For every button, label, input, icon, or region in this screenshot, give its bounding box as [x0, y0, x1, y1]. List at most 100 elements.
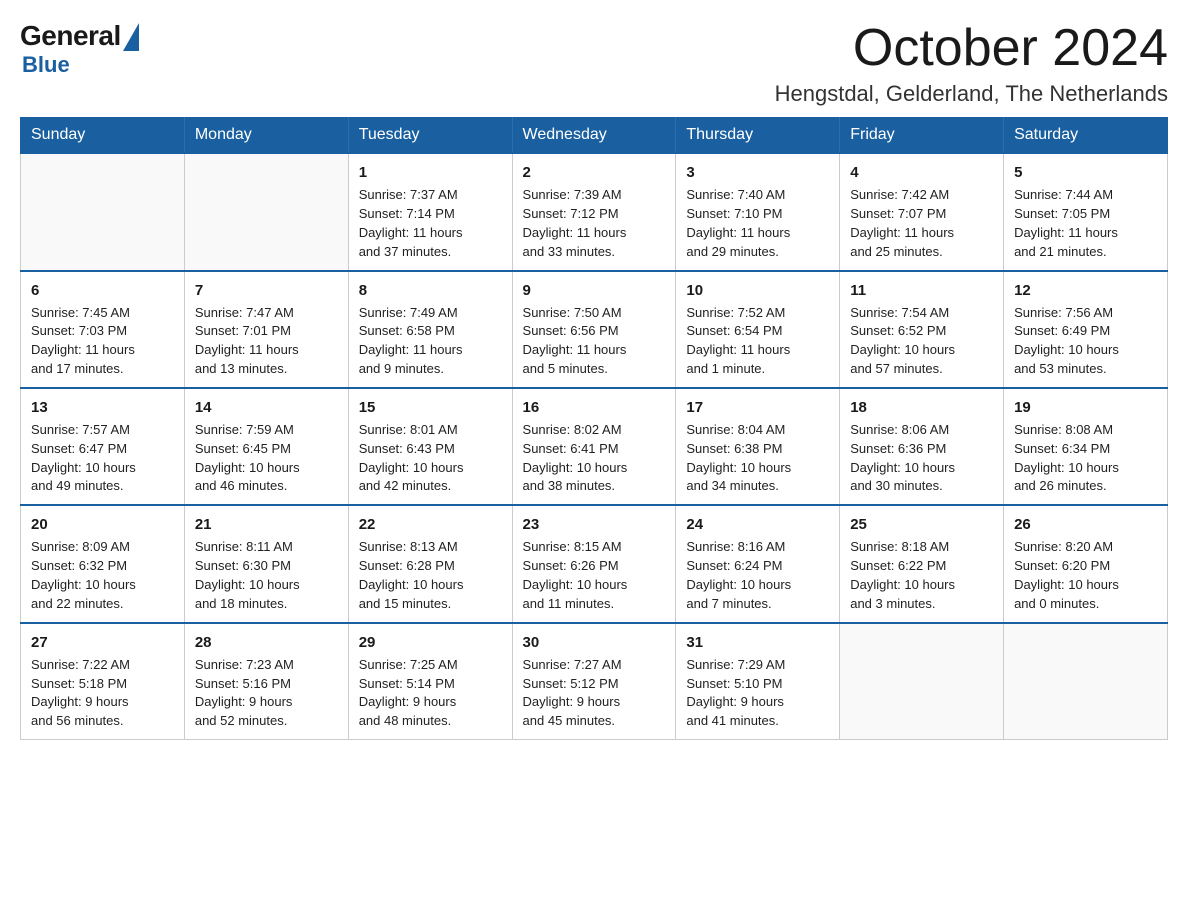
day-info: Sunrise: 7:47 AM Sunset: 7:01 PM Dayligh…: [195, 304, 338, 379]
calendar-cell: 5Sunrise: 7:44 AM Sunset: 7:05 PM Daylig…: [1004, 153, 1168, 270]
day-info: Sunrise: 8:16 AM Sunset: 6:24 PM Dayligh…: [686, 538, 829, 613]
day-number: 4: [850, 162, 993, 183]
calendar-cell: 14Sunrise: 7:59 AM Sunset: 6:45 PM Dayli…: [184, 388, 348, 505]
calendar-week-row: 27Sunrise: 7:22 AM Sunset: 5:18 PM Dayli…: [21, 623, 1168, 740]
calendar-cell: 22 Sunrise: 8:13 AM Sunset: 6:28 PM Dayli…: [348, 505, 512, 622]
calendar-cell: 28Sunrise: 7:23 AM Sunset: 5:16 PM Dayli…: [184, 623, 348, 740]
day-number: 6: [31, 280, 174, 301]
day-number: 8: [359, 280, 502, 301]
day-info: Sunrise: 7:44 AM Sunset: 7:05 PM Dayligh…: [1014, 186, 1157, 261]
logo-triangle-icon: [123, 23, 139, 51]
day-info: Sunrise: 7:45 AM Sunset: 7:03 PM Dayligh…: [31, 304, 174, 379]
day-number: 2: [523, 162, 666, 183]
day-info: Sunrise: 7:22 AM Sunset: 5:18 PM Dayligh…: [31, 656, 174, 731]
calendar-week-row: 1 Sunrise: 7:37 AM Sunset: 7:14 PM Daylig…: [21, 153, 1168, 270]
calendar-cell: 31 Sunrise: 7:29 AM Sunset: 5:10 PM Dayli…: [676, 623, 840, 740]
calendar-cell: 16 Sunrise: 8:02 AM Sunset: 6:41 PM Dayli…: [512, 388, 676, 505]
page-header: General Blue October 2024 Hengstdal, Gel…: [20, 20, 1168, 107]
day-number: 20: [31, 514, 174, 535]
day-number: 12: [1014, 280, 1157, 301]
calendar-cell: 29 Sunrise: 7:25 AM Sunset: 5:14 PM Dayli…: [348, 623, 512, 740]
calendar-cell: 4 Sunrise: 7:42 AM Sunset: 7:07 PM Daylig…: [840, 153, 1004, 270]
calendar-week-row: 13 Sunrise: 7:57 AM Sunset: 6:47 PM Dayli…: [21, 388, 1168, 505]
day-info: Sunrise: 8:02 AM Sunset: 6:41 PM Dayligh…: [523, 421, 666, 496]
calendar-week-row: 20 Sunrise: 8:09 AM Sunset: 6:32 PM Dayli…: [21, 505, 1168, 622]
day-number: 18: [850, 397, 993, 418]
logo-blue-text: Blue: [22, 52, 70, 78]
day-info: Sunrise: 7:54 AM Sunset: 6:52 PM Dayligh…: [850, 304, 993, 379]
day-info: Sunrise: 8:09 AM Sunset: 6:32 PM Dayligh…: [31, 538, 174, 613]
calendar-cell: 17 Sunrise: 8:04 AM Sunset: 6:38 PM Dayli…: [676, 388, 840, 505]
day-info: Sunrise: 7:52 AM Sunset: 6:54 PM Dayligh…: [686, 304, 829, 379]
day-number: 23: [523, 514, 666, 535]
day-info: Sunrise: 7:42 AM Sunset: 7:07 PM Dayligh…: [850, 186, 993, 261]
calendar-cell: 7Sunrise: 7:47 AM Sunset: 7:01 PM Daylig…: [184, 271, 348, 388]
day-number: 25: [850, 514, 993, 535]
day-info: Sunrise: 7:29 AM Sunset: 5:10 PM Dayligh…: [686, 656, 829, 731]
calendar-cell: 25 Sunrise: 8:18 AM Sunset: 6:22 PM Dayli…: [840, 505, 1004, 622]
day-number: 19: [1014, 397, 1157, 418]
logo-general-text: General: [20, 20, 121, 52]
day-number: 28: [195, 632, 338, 653]
day-info: Sunrise: 7:59 AM Sunset: 6:45 PM Dayligh…: [195, 421, 338, 496]
calendar-table: SundayMondayTuesdayWednesdayThursdayFrid…: [20, 117, 1168, 740]
day-number: 1: [359, 162, 502, 183]
calendar-cell: [21, 153, 185, 270]
day-info: Sunrise: 8:13 AM Sunset: 6:28 PM Dayligh…: [359, 538, 502, 613]
title-block: October 2024 Hengstdal, Gelderland, The …: [775, 20, 1168, 107]
day-number: 16: [523, 397, 666, 418]
calendar-header-friday: Friday: [840, 118, 1004, 154]
calendar-header-monday: Monday: [184, 118, 348, 154]
calendar-cell: 27Sunrise: 7:22 AM Sunset: 5:18 PM Dayli…: [21, 623, 185, 740]
day-number: 26: [1014, 514, 1157, 535]
calendar-header-saturday: Saturday: [1004, 118, 1168, 154]
day-info: Sunrise: 8:18 AM Sunset: 6:22 PM Dayligh…: [850, 538, 993, 613]
day-info: Sunrise: 7:40 AM Sunset: 7:10 PM Dayligh…: [686, 186, 829, 261]
calendar-cell: 20 Sunrise: 8:09 AM Sunset: 6:32 PM Dayli…: [21, 505, 185, 622]
calendar-cell: 12Sunrise: 7:56 AM Sunset: 6:49 PM Dayli…: [1004, 271, 1168, 388]
calendar-header-thursday: Thursday: [676, 118, 840, 154]
day-number: 13: [31, 397, 174, 418]
calendar-cell: 10 Sunrise: 7:52 AM Sunset: 6:54 PM Dayli…: [676, 271, 840, 388]
day-info: Sunrise: 7:50 AM Sunset: 6:56 PM Dayligh…: [523, 304, 666, 379]
calendar-cell: 8 Sunrise: 7:49 AM Sunset: 6:58 PM Daylig…: [348, 271, 512, 388]
page-title: October 2024: [775, 20, 1168, 77]
day-info: Sunrise: 8:04 AM Sunset: 6:38 PM Dayligh…: [686, 421, 829, 496]
day-number: 30: [523, 632, 666, 653]
logo: General Blue: [20, 20, 139, 78]
day-info: Sunrise: 7:27 AM Sunset: 5:12 PM Dayligh…: [523, 656, 666, 731]
day-info: Sunrise: 7:37 AM Sunset: 7:14 PM Dayligh…: [359, 186, 502, 261]
calendar-cell: [840, 623, 1004, 740]
calendar-cell: 24Sunrise: 8:16 AM Sunset: 6:24 PM Dayli…: [676, 505, 840, 622]
calendar-cell: 26 Sunrise: 8:20 AM Sunset: 6:20 PM Dayli…: [1004, 505, 1168, 622]
calendar-week-row: 6 Sunrise: 7:45 AM Sunset: 7:03 PM Daylig…: [21, 271, 1168, 388]
calendar-cell: 18 Sunrise: 8:06 AM Sunset: 6:36 PM Dayli…: [840, 388, 1004, 505]
calendar-cell: 15Sunrise: 8:01 AM Sunset: 6:43 PM Dayli…: [348, 388, 512, 505]
day-number: 17: [686, 397, 829, 418]
calendar-cell: 6 Sunrise: 7:45 AM Sunset: 7:03 PM Daylig…: [21, 271, 185, 388]
day-info: Sunrise: 8:01 AM Sunset: 6:43 PM Dayligh…: [359, 421, 502, 496]
calendar-cell: 21Sunrise: 8:11 AM Sunset: 6:30 PM Dayli…: [184, 505, 348, 622]
day-info: Sunrise: 7:57 AM Sunset: 6:47 PM Dayligh…: [31, 421, 174, 496]
day-number: 9: [523, 280, 666, 301]
calendar-cell: 3Sunrise: 7:40 AM Sunset: 7:10 PM Daylig…: [676, 153, 840, 270]
calendar-header-wednesday: Wednesday: [512, 118, 676, 154]
day-info: Sunrise: 7:49 AM Sunset: 6:58 PM Dayligh…: [359, 304, 502, 379]
calendar-cell: [184, 153, 348, 270]
day-info: Sunrise: 8:08 AM Sunset: 6:34 PM Dayligh…: [1014, 421, 1157, 496]
calendar-cell: 1 Sunrise: 7:37 AM Sunset: 7:14 PM Daylig…: [348, 153, 512, 270]
day-info: Sunrise: 8:06 AM Sunset: 6:36 PM Dayligh…: [850, 421, 993, 496]
day-info: Sunrise: 7:39 AM Sunset: 7:12 PM Dayligh…: [523, 186, 666, 261]
calendar-cell: 30 Sunrise: 7:27 AM Sunset: 5:12 PM Dayli…: [512, 623, 676, 740]
calendar-header-sunday: Sunday: [21, 118, 185, 154]
day-number: 10: [686, 280, 829, 301]
page-subtitle: Hengstdal, Gelderland, The Netherlands: [775, 81, 1168, 107]
day-number: 29: [359, 632, 502, 653]
day-info: Sunrise: 8:20 AM Sunset: 6:20 PM Dayligh…: [1014, 538, 1157, 613]
calendar-cell: 19 Sunrise: 8:08 AM Sunset: 6:34 PM Dayli…: [1004, 388, 1168, 505]
calendar-cell: 11Sunrise: 7:54 AM Sunset: 6:52 PM Dayli…: [840, 271, 1004, 388]
day-number: 22: [359, 514, 502, 535]
day-info: Sunrise: 7:25 AM Sunset: 5:14 PM Dayligh…: [359, 656, 502, 731]
calendar-header-tuesday: Tuesday: [348, 118, 512, 154]
day-number: 31: [686, 632, 829, 653]
